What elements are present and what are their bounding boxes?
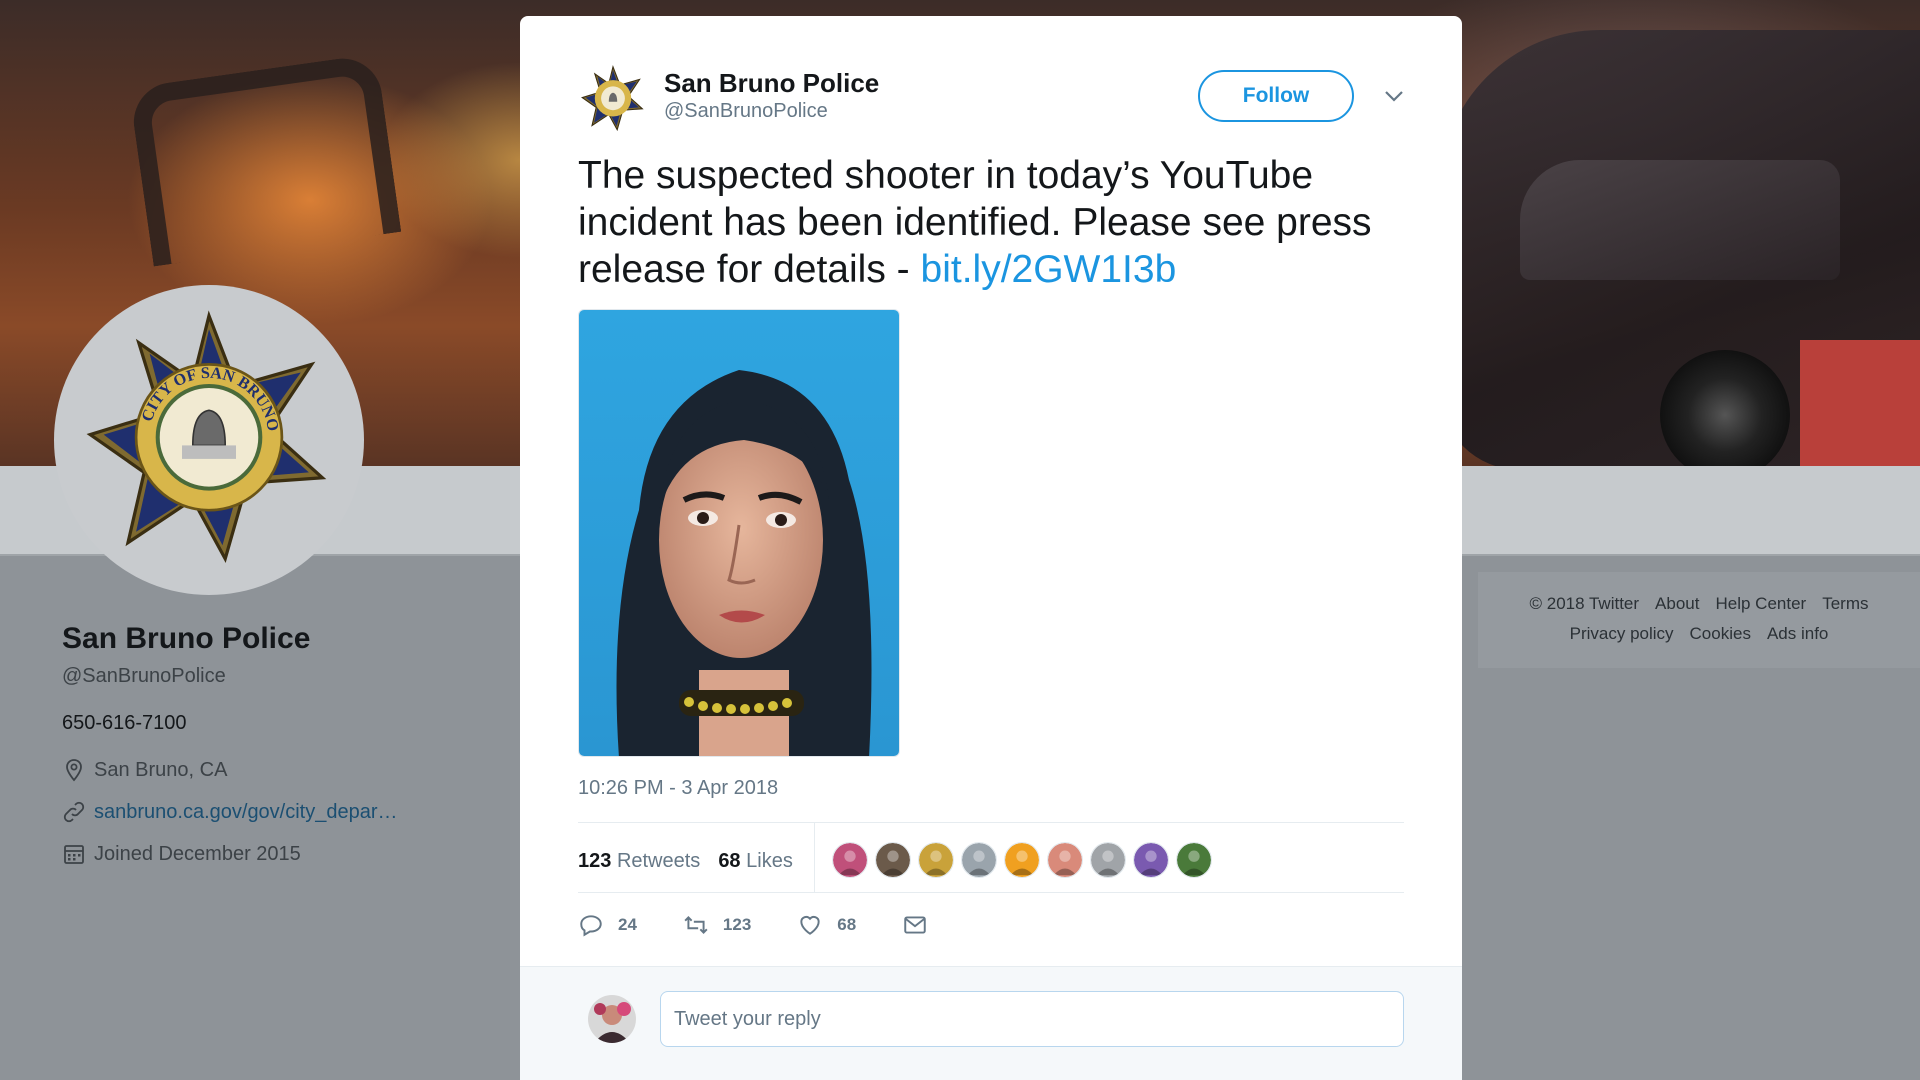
stats-divider-bottom [578,892,1404,893]
banner-red-strip [1800,340,1920,466]
tweet-actions: 24 123 68 [578,912,974,938]
footer-link-privacy[interactable]: Privacy policy [1570,624,1674,644]
footer-copyright: © 2018 Twitter [1529,594,1640,613]
location-icon [66,759,82,782]
author-avatar[interactable] [578,64,648,134]
profile-joined-row: Joined December 2015 [62,842,301,866]
profile-phone: 650-616-7100 [62,712,187,734]
tweet-photo[interactable] [578,309,900,757]
reply-count: 24 [618,915,637,934]
liker-avatars [832,842,1212,878]
liker-avatar[interactable] [832,842,868,878]
reply-input[interactable] [660,991,1404,1047]
footer-link-cookies[interactable]: Cookies [1690,624,1751,644]
stats-separator [814,822,815,892]
retweet-count: 123 [722,915,752,934]
tweet-author-name[interactable]: San Bruno Police [664,68,879,99]
likes-count: 68 [718,849,741,872]
tweet-modal: San Bruno Police @SanBrunoPolice Follow … [520,16,1462,1080]
footer-links: © 2018 Twitter About Help Center Terms P… [1478,572,1920,668]
suspect-photo-image [579,310,899,756]
retweet-action[interactable]: 123 [683,912,751,938]
like-icon [800,915,820,935]
liker-avatar[interactable] [1133,842,1169,878]
footer-link-ads-info[interactable]: Ads info [1767,624,1828,644]
banner-car-window-shape [1520,160,1840,280]
footer-link-help-center[interactable]: Help Center [1715,594,1806,614]
retweets-stat[interactable]: 123 Retweets [578,850,700,873]
reply-action[interactable]: 24 [578,912,637,938]
banner-wheel-shape [1660,350,1790,480]
footer-link-terms[interactable]: Terms [1822,594,1868,614]
tweet-link[interactable]: bit.ly/2GW1I3b [921,248,1177,291]
likes-label: Likes [746,849,793,872]
tweet-stats: 123 Retweets 68 Likes [578,828,811,894]
calendar-icon [64,845,84,864]
chevron-down-icon[interactable] [1382,86,1406,106]
link-icon [63,801,85,823]
tweet-author-handle[interactable]: @SanBrunoPolice [664,100,828,123]
user-avatar-image [588,995,636,1043]
like-count: 68 [837,915,857,934]
liker-avatar[interactable] [1176,842,1212,878]
profile-joined: Joined December 2015 [94,842,301,865]
liker-avatar[interactable] [875,842,911,878]
reply-icon [580,915,602,937]
direct-message-action[interactable] [902,912,928,938]
retweets-count: 123 [578,849,612,872]
banner-lightbar-shape [128,53,402,267]
liker-avatar[interactable] [918,842,954,878]
profile-location-row: San Bruno, CA [62,758,227,782]
current-user-avatar[interactable] [588,995,636,1043]
liker-avatar[interactable] [961,842,997,878]
tweet-timestamp[interactable]: 10:26 PM - 3 Apr 2018 [578,777,778,800]
direct-message-icon [904,916,926,934]
stats-divider-top [578,822,1404,823]
profile-handle[interactable]: @SanBrunoPolice [62,665,226,688]
profile-website-row[interactable]: sanbruno.ca.gov/gov/city_depar… [62,800,398,824]
reply-composer [520,966,1462,1080]
liker-avatar[interactable] [1047,842,1083,878]
twitter-page: CITY OF SAN BRUNO San Bruno Police @SanB… [0,0,1920,1080]
profile-location: San Bruno, CA [94,758,228,781]
liker-avatar[interactable] [1004,842,1040,878]
tweet-text: The suspected shooter in today’s YouTube… [578,152,1398,293]
profile-website-link[interactable]: sanbruno.ca.gov/gov/city_depar… [94,801,398,824]
footer-link-about[interactable]: About [1655,594,1699,614]
profile-name[interactable]: San Bruno Police [62,622,310,656]
retweets-label: Retweets [616,849,701,872]
liker-avatar[interactable] [1090,842,1126,878]
retweet-icon [684,916,708,934]
follow-button[interactable]: Follow [1198,70,1354,122]
police-badge-icon: CITY OF SAN BRUNO [86,310,327,564]
likes-stat[interactable]: 68 Likes [718,850,793,873]
profile-avatar[interactable]: CITY OF SAN BRUNO [54,285,364,595]
like-action[interactable]: 68 [797,912,856,938]
